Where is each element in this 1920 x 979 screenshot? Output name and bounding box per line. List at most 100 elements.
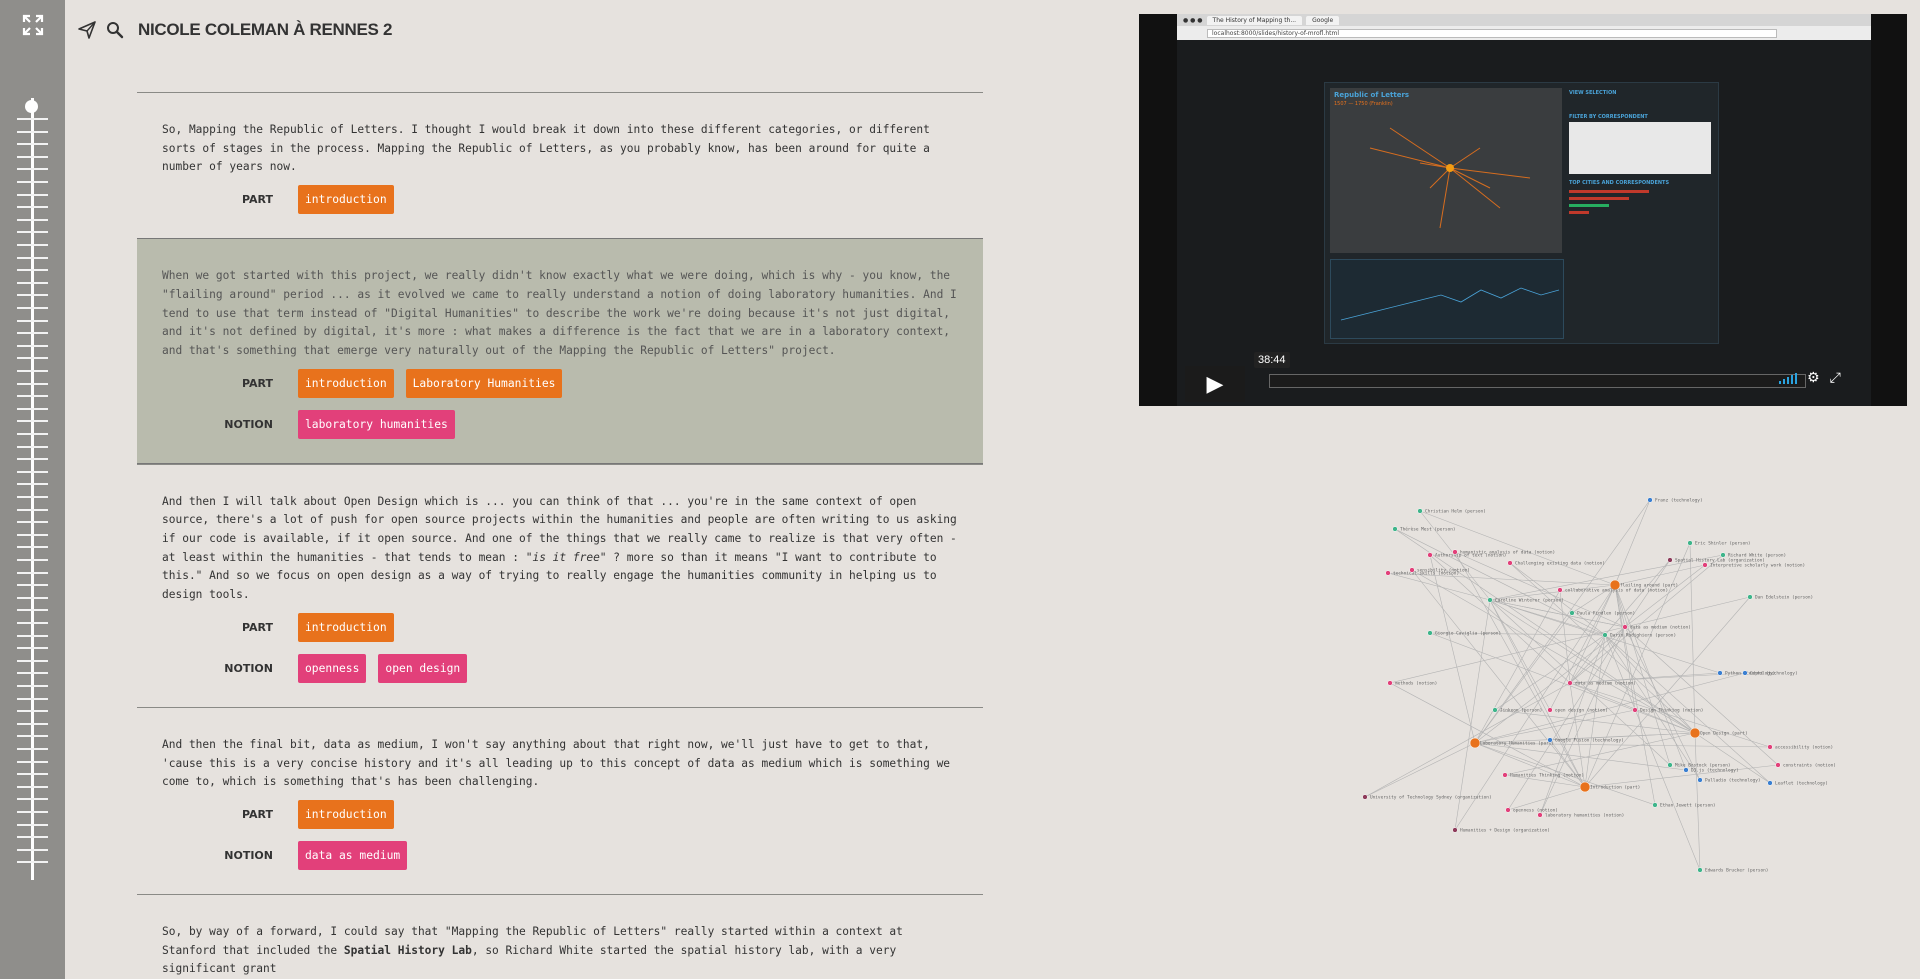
video-progress-bar[interactable] [1269,374,1806,388]
timeline-tick [17,470,48,473]
graph-node-label: Gephi (technology) [1750,671,1798,677]
timeline-tick [17,143,48,146]
paper-plane-icon[interactable] [78,21,96,39]
graph-node-label: Mike Bostock (person) [1675,763,1731,769]
graph-node[interactable] [1507,560,1513,566]
notion-tag[interactable]: data as medium [298,840,408,870]
transcript-segment-active[interactable]: When we got started with this project, w… [137,238,983,464]
graph-node[interactable] [1742,670,1748,676]
graph-node[interactable] [1767,780,1773,786]
expand-icon[interactable] [22,14,44,36]
graph-node[interactable] [1452,827,1458,833]
timeline-sparkline [1340,287,1560,321]
graph-edge [1494,634,1606,711]
browser-tab: Google [1306,15,1340,25]
graph-node[interactable] [1602,632,1608,638]
transcript-segment[interactable]: And then the final bit, data as medium, … [137,706,983,894]
timeline-tick [17,647,48,650]
part-tag[interactable]: introduction [298,799,394,829]
graph-node[interactable] [1385,570,1391,576]
timeline-tick [17,332,48,335]
graph-node[interactable] [1427,630,1433,636]
timeline-tick [17,445,48,448]
graph-node-label: Challenging existing data (notion) [1515,561,1605,567]
graph-node[interactable] [1697,777,1703,783]
timeline-handle[interactable] [25,100,38,113]
graph-node[interactable] [1547,737,1553,743]
settings-icon[interactable]: ⚙ [1807,370,1820,386]
graph-node[interactable] [1537,812,1543,818]
timeline-scrubber[interactable] [15,98,50,880]
segment-text: So, Mapping the Republic of Letters. I t… [162,123,930,174]
search-icon[interactable] [106,21,124,39]
graph-node[interactable] [1505,807,1511,813]
timeline-tick [17,559,48,561]
graph-edge [1614,564,1706,586]
bar [1569,211,1589,214]
graph-node[interactable] [1387,680,1393,686]
part-tag[interactable]: introduction [298,612,394,642]
part-tag[interactable]: introduction [298,368,394,398]
timeline-tick [17,710,48,713]
video-right-controls: ⚙ ⤢ [1779,370,1841,386]
notion-tag[interactable]: openness [298,653,367,683]
timeline-tick [17,483,48,486]
timeline-tick [17,155,48,158]
graph-node[interactable] [1717,670,1723,676]
graph-node-label: Jinkeon (person) [1500,708,1542,714]
notion-tag[interactable]: laboratory humanities [298,409,455,439]
graph-node[interactable] [1667,557,1673,563]
graph-node[interactable] [1667,762,1673,768]
timeline-tick [17,130,48,133]
graph-node[interactable] [1632,707,1638,713]
graph-node[interactable] [1469,737,1481,749]
graph-node[interactable] [1427,552,1433,558]
graph-node[interactable] [1687,540,1693,546]
graph-node[interactable] [1502,772,1508,778]
graph-node-label: Google Fusion (technology) [1555,738,1624,744]
graph-node[interactable] [1417,508,1423,514]
graph-node[interactable] [1652,802,1658,808]
graph-node-label: Eric Shinler (person) [1695,541,1751,547]
timeline-tick [17,685,48,687]
graph-node[interactable] [1487,597,1493,603]
part-tag[interactable]: Laboratory Humanities [405,368,563,398]
left-sidebar [0,0,65,979]
graph-node[interactable] [1622,624,1628,630]
graph-node[interactable] [1579,781,1591,793]
graph-node[interactable] [1702,562,1708,568]
timeline-tick [17,785,48,788]
timeline-tick [17,546,48,549]
part-tag[interactable]: introduction [298,185,394,215]
graph-node-label: Humanities + Design (organization) [1460,828,1550,834]
transcript-segment[interactable]: So, by way of a forward, I could say tha… [137,893,983,979]
graph-node[interactable] [1409,567,1415,573]
video-player[interactable]: ● ● ● The History of Mapping th... Googl… [1139,14,1907,406]
graph-node[interactable] [1747,594,1753,600]
graph-node-label: Design Thinking (notion) [1640,708,1703,714]
play-icon[interactable]: ▶ [1185,366,1245,402]
volume-icon[interactable] [1779,372,1797,384]
notion-tag[interactable]: open design [378,653,468,683]
graph-node[interactable] [1720,552,1726,558]
fullscreen-icon[interactable]: ⤢ [1830,370,1841,386]
timeline-tick [17,193,48,196]
graph-node[interactable] [1697,867,1703,873]
graph-node[interactable] [1567,680,1573,686]
graph-node[interactable] [1569,610,1575,616]
graph-node[interactable] [1452,549,1458,555]
graph-node[interactable] [1775,762,1781,768]
graph-node-label: open design (notion) [1555,708,1608,714]
network-graph[interactable]: Franz (technology) Christian Helm (person… [1340,485,1920,875]
graph-node[interactable] [1767,744,1773,750]
graph-node[interactable] [1557,587,1563,593]
timeline-tick [17,344,48,347]
graph-node[interactable] [1689,727,1701,739]
transcript-segment[interactable]: So, Mapping the Republic of Letters. I t… [137,92,983,238]
transcript-segment[interactable]: And then I will talk about Open Design w… [137,463,983,707]
graph-node[interactable] [1492,707,1498,713]
graph-node[interactable] [1647,497,1653,503]
graph-node[interactable] [1392,526,1398,532]
graph-node[interactable] [1547,707,1553,713]
graph-node[interactable] [1362,794,1368,800]
